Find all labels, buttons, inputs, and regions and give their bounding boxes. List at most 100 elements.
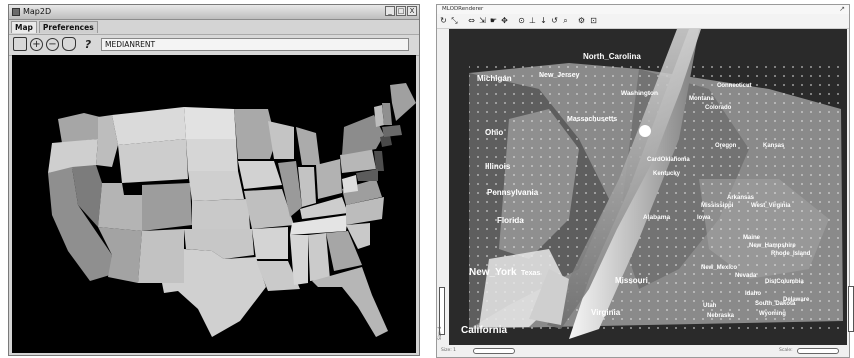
- state-south-dakota: [186, 139, 238, 171]
- side-size-label: Size: 4: [437, 326, 442, 340]
- minimize-button[interactable]: _: [385, 6, 395, 16]
- state-washington: [58, 113, 100, 143]
- state-label: CardOklahoma: [647, 157, 690, 163]
- state-label: California: [461, 325, 508, 336]
- query-icon[interactable]: ?: [81, 37, 95, 51]
- state-label: Washington: [621, 90, 658, 97]
- state-label: Connecticut: [717, 83, 752, 89]
- state-label: Rhode_Island: [771, 251, 811, 257]
- undo-icon[interactable]: ↓: [539, 16, 548, 25]
- renderer-titlebar: MLODRenderer ↗: [437, 5, 849, 14]
- state-label: New_Jersey: [539, 72, 580, 79]
- state-nebraska: [188, 171, 244, 201]
- state-label: New_Mexico: [701, 265, 737, 271]
- state-label: Michigan: [477, 74, 512, 83]
- state-label: Utah: [703, 303, 717, 309]
- state-montana: [112, 107, 186, 145]
- zoom-icon[interactable]: ⤡: [450, 16, 459, 25]
- map-toolbar: + − ? MEDIANRENT: [9, 34, 419, 56]
- settings-icon[interactable]: ⚙: [577, 16, 586, 25]
- map2d-titlebar: Map2D _ □ X: [9, 5, 419, 20]
- state-label: Wyoming: [759, 311, 786, 317]
- renderer-title: MLODRenderer: [442, 6, 484, 12]
- state-kansas: [192, 199, 250, 229]
- cursor-marker: [639, 125, 651, 137]
- renderer-toolbar: ↻ ⤡ ⇔ ⇲ ☛ ✥ ⊙ ⊥ ↓ ↺ ⌕ ⚙ ⊡: [437, 14, 849, 29]
- state-label: Maine: [743, 235, 761, 241]
- size-slider[interactable]: [473, 348, 515, 354]
- renderer-statusbar: Size: 1 Scale:: [437, 345, 849, 357]
- render-canvas[interactable]: North_Carolina Michigan New_Jersey Washi…: [449, 29, 847, 345]
- zoom-out-icon[interactable]: −: [46, 38, 59, 51]
- state-colorado: [142, 183, 192, 231]
- map-canvas[interactable]: [12, 55, 416, 353]
- state-label: Illinois: [485, 162, 511, 171]
- state-label: Oregon: [715, 143, 737, 149]
- terrain-3d-view: North_Carolina Michigan New_Jersey Washi…: [461, 29, 845, 339]
- select-icon[interactable]: [13, 37, 27, 51]
- state-label: Alabama: [643, 214, 670, 221]
- fit-icon[interactable]: ✥: [500, 16, 509, 25]
- popout-icon[interactable]: ↗: [839, 5, 845, 14]
- state-label: Delaware: [783, 297, 810, 303]
- flip-icon[interactable]: ⊥: [528, 16, 537, 25]
- state-west-virginia: [342, 175, 358, 193]
- state-iowa: [238, 161, 282, 189]
- state-wyoming: [118, 139, 188, 183]
- export-icon[interactable]: ⊡: [589, 16, 598, 25]
- state-connecticut: [380, 135, 392, 147]
- state-label: Kentucky: [653, 171, 681, 177]
- state-label: West_Virginia: [751, 203, 791, 209]
- maximize-button[interactable]: □: [396, 6, 406, 16]
- state-label: Virginia: [591, 308, 621, 317]
- state-michigan: [296, 127, 320, 165]
- state-label: Pennsylvania: [487, 188, 539, 197]
- state-alabama: [308, 233, 330, 281]
- zoom-in-icon[interactable]: +: [30, 38, 43, 51]
- app-icon: [12, 8, 20, 16]
- state-label: DistColumbia: [765, 279, 804, 285]
- pan-hand-icon[interactable]: [62, 37, 76, 51]
- screenshot-icon[interactable]: ⌕: [561, 16, 570, 25]
- tab-map[interactable]: Map: [11, 21, 37, 33]
- us-choropleth-map: [48, 83, 416, 337]
- right-edge-slider[interactable]: [848, 286, 854, 332]
- state-label: Ohio: [485, 128, 503, 137]
- state-new-mexico: [138, 229, 184, 283]
- redo-icon[interactable]: ↺: [550, 16, 559, 25]
- state-arkansas: [252, 227, 288, 259]
- state-label: Massachusetts: [567, 116, 617, 123]
- state-label: Colorado: [705, 105, 732, 111]
- attribute-field[interactable]: MEDIANRENT: [101, 38, 409, 51]
- state-minnesota: [234, 109, 276, 159]
- renderer-window: MLODRenderer ↗ ↻ ⤡ ⇔ ⇲ ☛ ✥ ⊙ ⊥ ↓ ↺ ⌕ ⚙ ⊡…: [436, 4, 850, 358]
- rotate-icon[interactable]: ↻: [439, 16, 448, 25]
- tab-bar: Map Preferences: [9, 20, 419, 34]
- select-icon[interactable]: ⇲: [478, 16, 487, 25]
- state-ohio: [316, 159, 342, 199]
- size-label: Size: 1: [441, 348, 457, 353]
- state-label: Idaho: [745, 291, 761, 297]
- state-label: Kansas: [763, 143, 785, 149]
- state-label: Iowa: [697, 215, 711, 221]
- scale-label: Scale:: [779, 348, 793, 353]
- state-maine: [390, 83, 416, 121]
- state-label: Nevada: [735, 273, 757, 279]
- state-label: Mississippi: [701, 203, 734, 209]
- tab-preferences[interactable]: Preferences: [38, 21, 98, 33]
- reset-icon[interactable]: ⊙: [517, 16, 526, 25]
- scale-slider[interactable]: [797, 348, 839, 354]
- state-label: North_Carolina: [583, 52, 641, 61]
- pan-icon[interactable]: ⇔: [467, 16, 476, 25]
- close-button[interactable]: X: [407, 6, 417, 16]
- state-label: New_York: [469, 267, 517, 278]
- state-label: Florida: [497, 216, 524, 225]
- move-icon[interactable]: ☛: [489, 16, 498, 25]
- state-north-dakota: [184, 107, 236, 139]
- state-massachusetts: [382, 125, 402, 137]
- state-utah: [98, 183, 142, 231]
- state-label: Nebraska: [707, 313, 735, 319]
- state-label: Texas: [521, 270, 540, 277]
- state-label: Montana: [689, 96, 714, 102]
- window-title: Map2D: [23, 7, 52, 16]
